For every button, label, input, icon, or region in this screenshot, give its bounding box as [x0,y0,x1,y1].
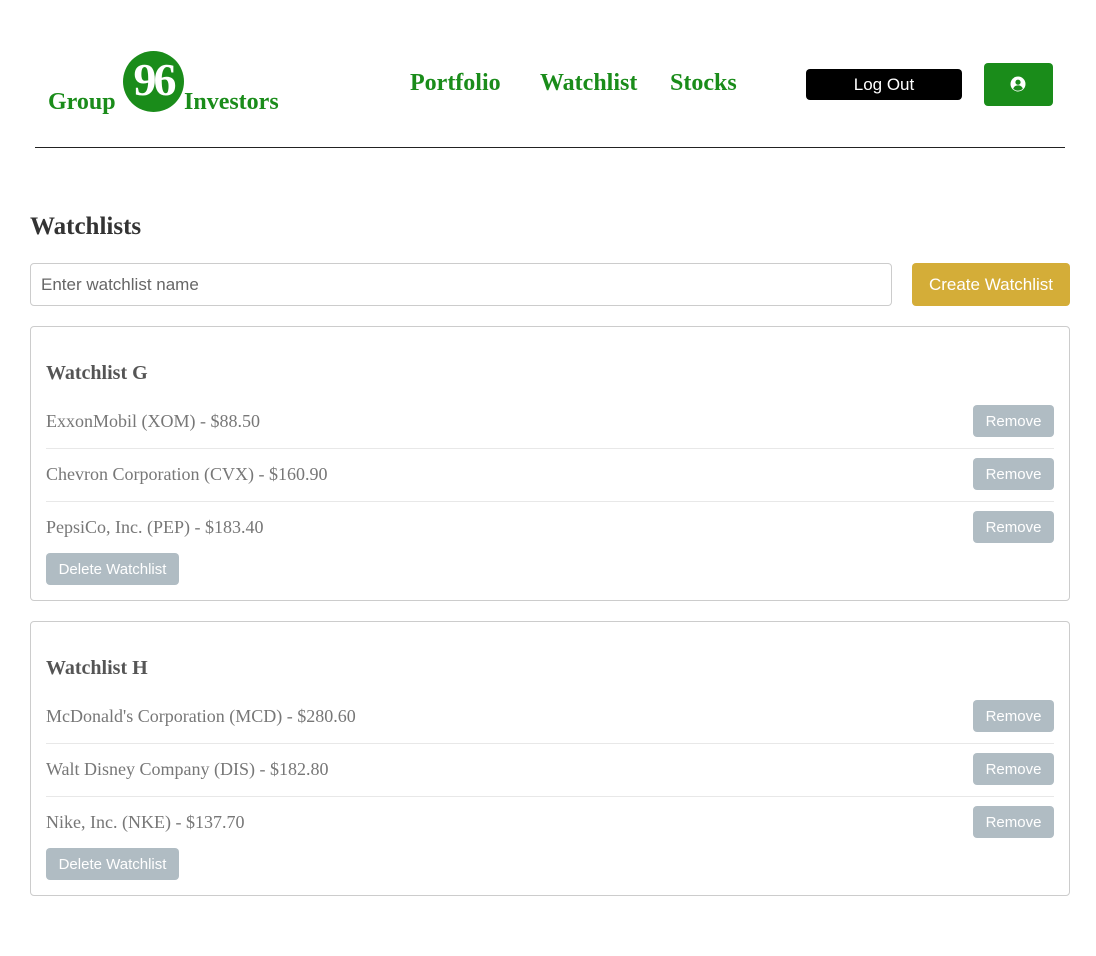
delete-watchlist-button[interactable]: Delete Watchlist [46,553,179,585]
profile-button[interactable] [984,63,1053,106]
stock-label: PepsiCo, Inc. (PEP) - $183.40 [46,517,264,537]
watchlist-item: Walt Disney Company (DIS) - $182.80 Remo… [46,743,1054,797]
stock-label: Nike, Inc. (NKE) - $137.70 [46,812,245,832]
stock-label: Walt Disney Company (DIS) - $182.80 [46,759,329,779]
user-circle-icon [1010,76,1026,92]
watchlist-name-input[interactable] [30,263,892,306]
nav-stocks-link[interactable]: Stocks [670,70,737,97]
watchlist-item: Chevron Corporation (CVX) - $160.90 Remo… [46,448,1054,502]
remove-stock-button[interactable]: Remove [973,753,1054,785]
watchlist-item: McDonald's Corporation (MCD) - $280.60 R… [46,690,1054,744]
brand-word-right: Investors [184,89,279,115]
remove-stock-button[interactable]: Remove [973,405,1054,437]
brand-badge: 96 [123,51,184,112]
watchlist-card: Watchlist H McDonald's Corporation (MCD)… [30,621,1070,896]
watchlist-title: Watchlist G [46,362,148,384]
stock-label: McDonald's Corporation (MCD) - $280.60 [46,706,356,726]
remove-stock-button[interactable]: Remove [973,458,1054,490]
nav-portfolio-link[interactable]: Portfolio [410,70,501,97]
delete-watchlist-button[interactable]: Delete Watchlist [46,848,179,880]
brand-word-left: Group [48,89,116,115]
watchlist-item: PepsiCo, Inc. (PEP) - $183.40 Remove [46,501,1054,554]
page-title: Watchlists [30,213,142,240]
remove-stock-button[interactable]: Remove [973,700,1054,732]
remove-stock-button[interactable]: Remove [973,806,1054,838]
watchlist-title: Watchlist H [46,657,148,679]
brand-logo[interactable]: Group 96 Investors [47,50,297,120]
site-header: Group 96 Investors Portfolio Watchlist S… [0,0,1096,148]
watchlist-item: ExxonMobil (XOM) - $88.50 Remove [46,395,1054,449]
header-divider [35,147,1065,148]
watchlist-card: Watchlist G ExxonMobil (XOM) - $88.50 Re… [30,326,1070,601]
nav-watchlist-link[interactable]: Watchlist [540,70,637,97]
create-watchlist-button[interactable]: Create Watchlist [912,263,1070,306]
stock-label: Chevron Corporation (CVX) - $160.90 [46,464,328,484]
stock-label: ExxonMobil (XOM) - $88.50 [46,411,260,431]
remove-stock-button[interactable]: Remove [973,511,1054,543]
logout-button[interactable]: Log Out [806,69,962,100]
watchlist-item: Nike, Inc. (NKE) - $137.70 Remove [46,796,1054,849]
